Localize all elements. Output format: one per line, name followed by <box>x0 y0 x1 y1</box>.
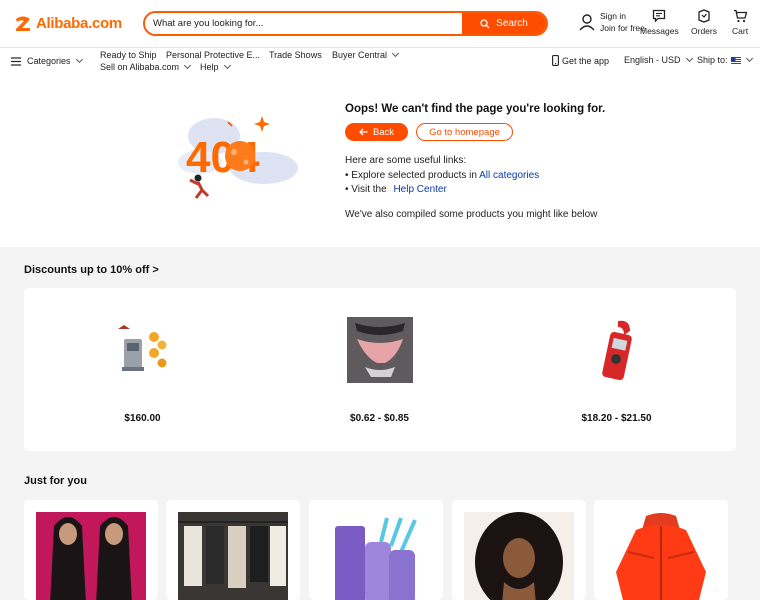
product-price: $18.20 - $21.50 <box>581 413 652 424</box>
link2-prefix: • Visit the <box>345 184 387 195</box>
nav-item-help[interactable]: Help <box>200 61 231 72</box>
nav-item-label: Trade Shows <box>269 50 322 60</box>
message-icon <box>653 9 666 23</box>
back-button-label: Back <box>372 126 395 138</box>
jfy-product-1[interactable] <box>24 500 158 600</box>
ship-to-selector[interactable]: Ship to: <box>697 54 753 65</box>
discounts-card: $160.00 $0.62 - $0.85 $18.20 - $21.50 <box>24 288 736 451</box>
nav-item-sell[interactable]: Sell on Alibaba.com <box>100 61 192 72</box>
language-selector[interactable]: English - USD <box>624 54 693 65</box>
chevron-down-icon <box>391 49 400 58</box>
nav-item-trade-shows[interactable]: Trade Shows <box>269 50 322 60</box>
product-price: $0.62 - $0.85 <box>350 413 409 424</box>
404-illustration: 404 <box>178 116 298 199</box>
signin-link[interactable]: Sign in Join for free <box>578 10 645 34</box>
compiled-text: We've also compiled some products you mi… <box>345 209 598 220</box>
link-row-help: • Visit the Help Center <box>345 183 539 198</box>
clamp-meter-product-icon <box>601 320 632 381</box>
just-for-you-title: Just for you <box>24 475 87 487</box>
categories-label: Categories <box>27 56 71 66</box>
search-button[interactable]: Search <box>462 13 546 34</box>
nav-bar: Categories Ready to Ship Personal Protec… <box>0 48 760 76</box>
search-button-label: Search <box>496 18 528 29</box>
search-bar: Search <box>143 11 548 36</box>
orders-label: Orders <box>691 26 717 36</box>
product-price: $160.00 <box>124 413 161 424</box>
go-to-homepage-button[interactable]: Go to homepage <box>416 123 513 141</box>
nav-item-label: Sell on Alibaba.com <box>100 62 180 72</box>
menu-icon <box>11 56 21 66</box>
alibaba-logo[interactable]: Alibaba.com <box>12 13 122 33</box>
nav-item-label: Buyer Central <box>332 50 388 60</box>
homepage-button-label: Go to homepage <box>429 126 500 138</box>
search-icon <box>480 18 490 28</box>
discount-product-3[interactable]: $18.20 - $21.50 <box>498 288 735 451</box>
join-free-label: Join for free <box>600 23 645 33</box>
nav-item-ready-to-ship[interactable]: Ready to Ship <box>100 50 157 60</box>
cart-icon <box>733 9 747 23</box>
help-center-link[interactable]: Help Center <box>393 184 446 195</box>
chevron-down-icon <box>685 54 693 63</box>
discounts-title[interactable]: Discounts up to 10% off > <box>24 264 159 276</box>
chevron-down-icon <box>184 61 192 70</box>
search-input[interactable] <box>145 13 462 34</box>
cart-link[interactable]: Cart <box>732 9 748 36</box>
messages-label: Messages <box>640 26 679 36</box>
machine-product-icon <box>117 325 166 371</box>
discount-product-1[interactable]: $160.00 <box>24 288 261 451</box>
get-app-link[interactable]: Get the app <box>552 55 609 66</box>
phone-icon <box>552 55 559 66</box>
all-categories-link[interactable]: All categories <box>479 170 539 181</box>
jfy-product-3[interactable] <box>309 500 443 600</box>
cart-label: Cart <box>732 26 749 36</box>
clothing-rack-product-icon <box>178 512 288 600</box>
logo-mark-icon <box>16 16 30 31</box>
get-app-label: Get the app <box>562 55 610 66</box>
orders-icon <box>698 9 710 23</box>
user-icon <box>579 14 595 31</box>
arrow-left-icon <box>359 128 368 136</box>
link-row-categories: • Explore selected products in All categ… <box>345 169 539 184</box>
ship-to-label: Ship to: <box>697 55 728 65</box>
chevron-down-icon <box>223 61 231 70</box>
discount-product-2[interactable]: $0.62 - $0.85 <box>261 288 498 451</box>
us-flag-icon <box>730 56 741 64</box>
nav-item-label: Help <box>200 62 219 72</box>
signin-label: Sign in <box>600 11 626 21</box>
underwear-product-icon <box>346 317 413 383</box>
language-label: English - USD <box>624 55 681 65</box>
jfy-product-5[interactable] <box>594 500 728 600</box>
nav-item-label: Ready to Ship <box>100 50 157 60</box>
chevron-down-icon <box>75 55 83 64</box>
jacket-product-icon <box>606 512 716 600</box>
orders-link[interactable]: Orders <box>691 9 717 36</box>
logo-text: Alibaba.com <box>36 14 122 32</box>
jfy-product-4[interactable] <box>452 500 586 600</box>
nav-item-buyer-central[interactable]: Buyer Central <box>332 49 400 60</box>
chevron-down-icon <box>745 54 753 63</box>
error-title: Oops! We can't find the page you're look… <box>345 103 606 115</box>
tumbler-product-icon <box>321 512 431 600</box>
useful-links: Here are some useful links: • Explore se… <box>345 154 539 198</box>
curly-wig-product-icon <box>464 512 574 600</box>
nav-item-personal-protective[interactable]: Personal Protective E... <box>166 50 260 60</box>
jfy-product-2[interactable] <box>166 500 300 600</box>
top-header: Alibaba.com Search Sign in Join for free… <box>0 0 760 48</box>
back-button[interactable]: Back <box>345 123 408 141</box>
link1-prefix: • Explore selected products in <box>345 169 477 181</box>
nav-item-label: Personal Protective E... <box>166 50 261 60</box>
messages-link[interactable]: Messages <box>640 9 679 36</box>
categories-menu[interactable]: Categories <box>11 55 83 66</box>
wig-product-icon <box>36 512 146 600</box>
links-heading: Here are some useful links: <box>345 155 467 166</box>
